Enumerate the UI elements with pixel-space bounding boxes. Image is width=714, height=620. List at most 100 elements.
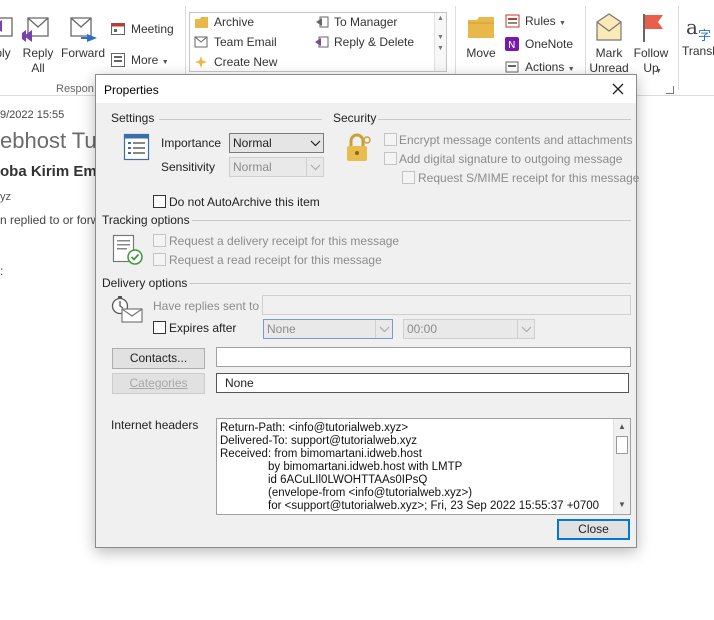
mark-unread-button[interactable]: Mark Unread bbox=[588, 12, 630, 76]
actions-icon bbox=[505, 60, 520, 74]
header-line: Received: from bimomartani.idweb.host bbox=[220, 448, 422, 460]
reply-label: ply bbox=[0, 46, 11, 60]
smime-receipt-checkbox[interactable] bbox=[402, 171, 415, 184]
expires-time-value: 00:00 bbox=[407, 322, 438, 336]
categories-value: None bbox=[225, 376, 254, 390]
quick-step-reply-delete[interactable]: Reply & Delete bbox=[314, 33, 414, 51]
follow-up-label: Follow Up bbox=[633, 46, 669, 75]
scroll-up-icon[interactable]: ▲ bbox=[618, 422, 626, 431]
email-info-bar[interactable]: n replied to or forw bbox=[0, 213, 99, 227]
svg-text:N: N bbox=[508, 40, 515, 51]
contacts-field[interactable] bbox=[216, 347, 631, 367]
reply-icon bbox=[0, 12, 14, 44]
email-body-text: : bbox=[0, 264, 4, 278]
rules-icon bbox=[505, 14, 520, 28]
follow-up-button[interactable]: Follow Up ▼ bbox=[631, 12, 671, 76]
rules-dropdown-icon: ▼ bbox=[559, 20, 566, 27]
delivery-receipt-checkbox[interactable] bbox=[153, 234, 166, 247]
header-line: Return-Path: <info@tutorialweb.xyz> bbox=[220, 422, 409, 434]
delivery-clock-icon bbox=[110, 295, 144, 325]
rules-button[interactable]: Rules ▼ bbox=[505, 12, 566, 30]
security-divider bbox=[378, 119, 631, 120]
importance-select[interactable]: Normal bbox=[229, 133, 324, 153]
delivery-heading: Delivery options bbox=[102, 276, 188, 290]
importance-value: Normal bbox=[233, 136, 272, 150]
replies-sent-to-label: Have replies sent to bbox=[153, 299, 260, 313]
expires-date-select[interactable]: None bbox=[263, 319, 393, 339]
scroll-down-icon[interactable]: ▼ bbox=[618, 500, 626, 509]
translate-icon: a字 bbox=[682, 12, 714, 44]
sensitivity-label: Sensitivity bbox=[161, 160, 216, 174]
rules-label: Rules bbox=[525, 14, 556, 28]
header-line: for <support@tutorialweb.xyz>; Fri, 23 S… bbox=[268, 500, 600, 512]
expand-gallery-icon[interactable]: ▼ bbox=[435, 45, 446, 52]
header-line: (envelope-from <info@tutorialweb.xyz>) bbox=[268, 487, 473, 499]
categories-field[interactable]: None bbox=[216, 373, 629, 393]
meeting-icon bbox=[111, 22, 126, 36]
onenote-icon: N bbox=[505, 37, 520, 51]
headers-scrollbar[interactable]: ▲ ▼ bbox=[613, 419, 630, 514]
email-address: yz bbox=[0, 191, 11, 203]
digital-signature-label: Add digital signature to outgoing messag… bbox=[399, 152, 623, 166]
scroll-down-icon[interactable]: ▼ bbox=[435, 34, 446, 41]
mark-unread-icon bbox=[593, 12, 625, 44]
chevron-down-icon bbox=[306, 158, 323, 176]
quick-step-to-manager[interactable]: To Manager bbox=[314, 13, 397, 31]
replies-sent-to-field[interactable] bbox=[262, 295, 631, 315]
scroll-up-icon[interactable]: ▲ bbox=[435, 15, 446, 22]
more-label: More bbox=[131, 53, 159, 67]
expires-time-select[interactable]: 00:00 bbox=[403, 319, 535, 339]
move-folder-icon bbox=[465, 12, 497, 44]
sensitivity-select[interactable]: Normal bbox=[229, 157, 324, 177]
security-lock-icon bbox=[342, 132, 374, 164]
quick-step-archive-label: Archive bbox=[214, 15, 255, 29]
quick-step-archive[interactable]: Archive bbox=[194, 13, 254, 31]
move-button[interactable]: Move bbox=[462, 12, 500, 61]
settings-heading: Settings bbox=[111, 111, 155, 125]
expires-after-checkbox[interactable] bbox=[153, 321, 166, 334]
autoarchive-checkbox[interactable] bbox=[153, 195, 166, 208]
create-new-icon bbox=[194, 55, 209, 69]
chevron-down-icon bbox=[517, 320, 534, 338]
chevron-down-icon bbox=[375, 320, 392, 338]
encrypt-checkbox[interactable] bbox=[384, 133, 397, 146]
scrollbar-thumb[interactable] bbox=[616, 436, 628, 454]
quick-steps-scrollbar[interactable]: ▲ ▼ ▼ bbox=[434, 13, 446, 71]
internet-headers-label: Internet headers bbox=[111, 418, 199, 432]
translate-button[interactable]: a字 Transl bbox=[682, 12, 714, 59]
internet-headers-textarea[interactable]: Return-Path: <info@tutorialweb.xyz> Deli… bbox=[216, 418, 631, 515]
delivery-divider bbox=[190, 283, 631, 284]
reply-button[interactable]: ply bbox=[0, 12, 14, 61]
quick-step-team-email[interactable]: Team Email bbox=[194, 33, 277, 51]
more-button[interactable]: More ▼ bbox=[111, 51, 169, 69]
move-label: Move bbox=[466, 46, 496, 60]
contacts-button[interactable]: Contacts... bbox=[112, 348, 205, 369]
read-receipt-label: Request a read receipt for this message bbox=[169, 253, 382, 267]
close-icon[interactable] bbox=[608, 79, 628, 99]
digital-signature-checkbox[interactable] bbox=[384, 152, 397, 165]
meeting-label: Meeting bbox=[131, 22, 174, 36]
delivery-receipt-label: Request a delivery receipt for this mess… bbox=[169, 234, 400, 248]
read-receipt-checkbox[interactable] bbox=[153, 253, 166, 266]
svg-text:字: 字 bbox=[698, 29, 711, 44]
close-button[interactable]: Close bbox=[557, 519, 630, 540]
chevron-down-icon bbox=[306, 134, 323, 152]
tracking-heading: Tracking options bbox=[102, 213, 190, 227]
onenote-button[interactable]: N OneNote bbox=[505, 35, 573, 53]
meeting-button[interactable]: Meeting bbox=[111, 20, 174, 38]
forward-label: Forward bbox=[60, 46, 105, 60]
quick-step-create-new-label: Create New bbox=[214, 55, 278, 69]
dialog-launcher-icon[interactable] bbox=[666, 86, 674, 94]
header-line: by bimomartani.idweb.host with LMTP bbox=[268, 461, 463, 473]
categories-button[interactable]: Categories bbox=[112, 373, 205, 394]
reply-all-button[interactable]: Reply All bbox=[18, 12, 56, 76]
quick-step-team-email-label: Team Email bbox=[214, 35, 277, 49]
dialog-titlebar[interactable]: Properties bbox=[96, 75, 636, 103]
quick-step-create-new[interactable]: Create New bbox=[194, 53, 277, 71]
forward-button[interactable]: Forward bbox=[60, 12, 106, 61]
expires-date-value: None bbox=[267, 322, 296, 336]
separator bbox=[678, 6, 679, 90]
header-line: id 6ACuLIl0LWOHTTAAs0IPsQ bbox=[268, 474, 428, 486]
email-date: 9/2022 15:55 bbox=[0, 109, 65, 121]
mark-unread-label: Mark Unread bbox=[589, 46, 629, 75]
